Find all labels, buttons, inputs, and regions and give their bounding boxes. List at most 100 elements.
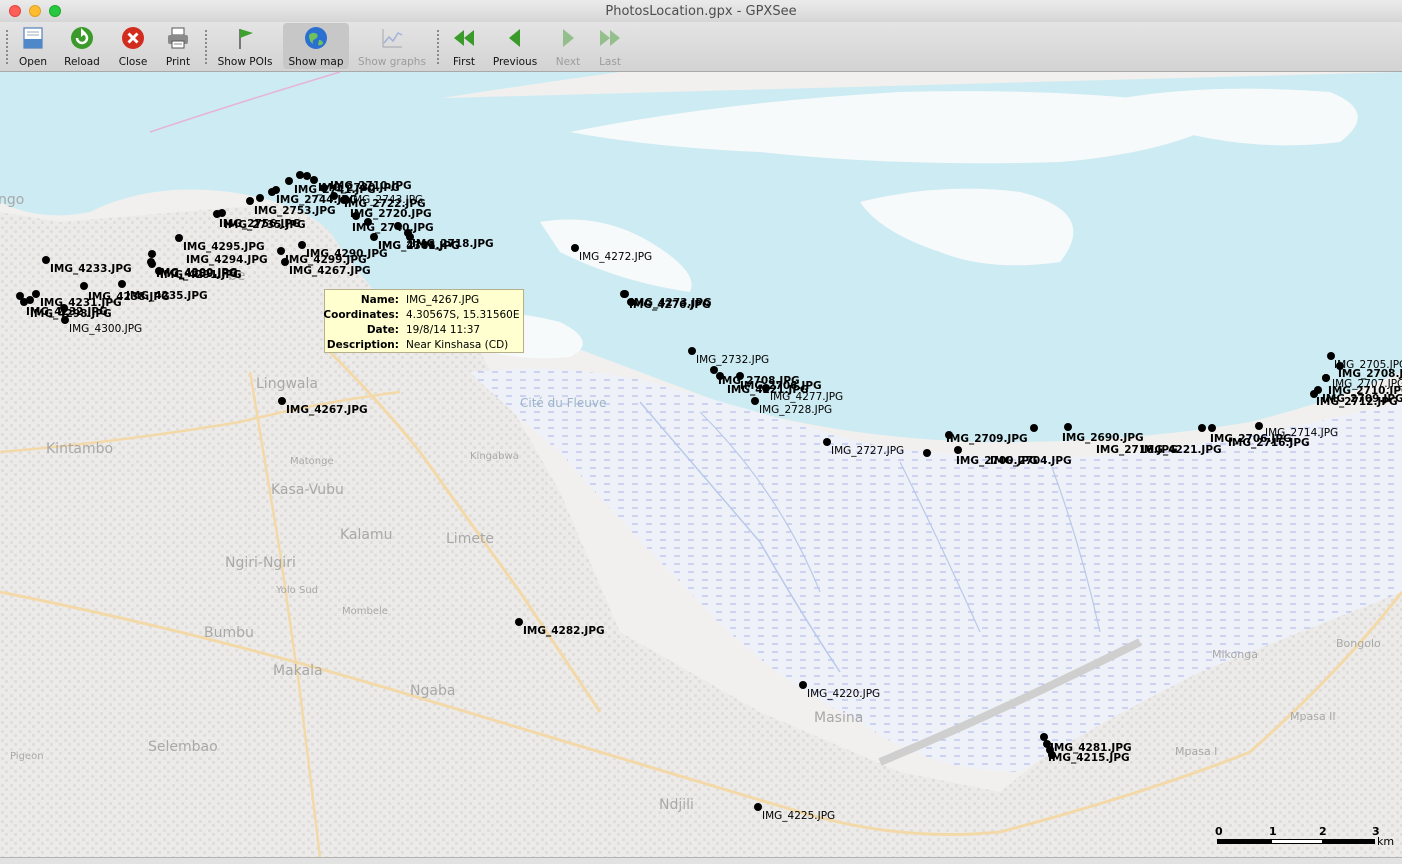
previous-button[interactable]: Previous: [491, 23, 539, 69]
scale-unit: km: [1377, 835, 1395, 848]
place-label: Kintambo: [46, 441, 114, 457]
waypoint-label: IMG_4294.JPG: [186, 254, 268, 266]
waypoint-marker[interactable]: [310, 176, 318, 184]
close-icon: [120, 25, 146, 51]
waypoint-label: IMG_2735.JPG: [224, 219, 306, 231]
waypoint-marker[interactable]: [148, 250, 156, 258]
scale-tick-label: 2: [1319, 825, 1327, 838]
waypoint-label: IMG_4298.JPG: [30, 308, 112, 320]
last-label: Last: [599, 56, 621, 68]
document-icon: [20, 25, 46, 51]
waypoint-marker[interactable]: [751, 397, 759, 405]
first-label: First: [452, 56, 476, 68]
first-button[interactable]: First: [448, 23, 480, 69]
place-label: Ngaba: [410, 683, 456, 699]
waypoint-label: IMG_2727.JPG: [831, 445, 905, 457]
waypoint-label: IMG_2709.JPG: [946, 433, 1028, 445]
print-button[interactable]: Print: [160, 23, 196, 69]
waypoint-marker[interactable]: [246, 197, 254, 205]
next-button[interactable]: Next: [553, 23, 583, 69]
waypoint-label: IMG_4221.JPG: [1140, 444, 1222, 456]
tooltip-value: IMG_4267.JPG: [406, 294, 480, 306]
show-pois-label: Show POIs: [217, 56, 273, 68]
arrow-left-icon: [502, 25, 528, 51]
reload-button[interactable]: Reload: [62, 23, 102, 69]
open-label: Open: [18, 56, 48, 68]
place-label: Ndjili: [659, 797, 694, 813]
place-label: Mombele: [342, 606, 388, 617]
graph-icon: [379, 25, 405, 51]
waypoint-marker[interactable]: [26, 296, 34, 304]
window-title: PhotosLocation.gpx - GPXSee: [605, 4, 797, 19]
reload-label: Reload: [64, 56, 100, 68]
waypoint-label: IMG_4225.JPG: [762, 810, 836, 822]
waypoint-label: IMG_4291.JPG: [160, 269, 242, 281]
waypoint-marker[interactable]: [620, 290, 628, 298]
tooltip-value: 4.30567S, 15.31560E: [406, 309, 520, 321]
toolbar-separator: [6, 30, 11, 64]
waypoint-marker[interactable]: [175, 234, 183, 242]
show-graphs-button[interactable]: Show graphs: [356, 23, 428, 69]
waypoint-label: IMG_2718.JPG: [412, 238, 494, 250]
tooltip-row-date: Date: 19/8/14 11:37: [325, 324, 523, 339]
waypoint-label: IMG_2753.JPG: [254, 205, 336, 217]
waypoint-marker[interactable]: [218, 209, 226, 217]
waypoint-marker[interactable]: [1255, 422, 1263, 430]
waypoint-marker[interactable]: [272, 186, 280, 194]
map-view[interactable]: ngo Lingwala Kintambo Kasa-Vubu Matonge …: [0, 72, 1402, 857]
toolbar-separator: [205, 30, 210, 64]
waypoint-label: IMG_2709.JPG: [1322, 393, 1402, 405]
place-label: Makala: [273, 663, 323, 679]
waypoint-marker[interactable]: [80, 282, 88, 290]
waypoint-marker[interactable]: [923, 449, 931, 457]
waypoint-marker[interactable]: [823, 438, 831, 446]
place-label: Selembao: [148, 739, 218, 755]
waypoint-marker[interactable]: [1198, 424, 1206, 432]
show-map-button[interactable]: Show map: [283, 23, 349, 69]
waypoint-marker[interactable]: [370, 233, 378, 241]
waypoint-marker[interactable]: [1064, 423, 1072, 431]
waypoint-marker[interactable]: [1310, 390, 1318, 398]
waypoint-tooltip: Name: IMG_4267.JPG Coordinates: 4.30567S…: [323, 289, 524, 353]
waypoint-marker[interactable]: [515, 618, 523, 626]
scale-segment: [1271, 839, 1323, 844]
waypoint-marker[interactable]: [1030, 424, 1038, 432]
waypoint-marker[interactable]: [1208, 424, 1216, 432]
waypoint-label: IMG_2690.JPG: [1062, 432, 1144, 444]
waypoint-marker[interactable]: [799, 681, 807, 689]
waypoint-marker[interactable]: [277, 247, 285, 255]
tooltip-key: Coordinates:: [323, 309, 399, 321]
place-label: Masina: [814, 710, 864, 726]
waypoint-marker[interactable]: [1322, 374, 1330, 382]
waypoint-marker[interactable]: [571, 244, 579, 252]
waypoint-marker[interactable]: [688, 347, 696, 355]
tooltip-key: Date:: [366, 324, 399, 336]
show-pois-button[interactable]: Show POIs: [214, 23, 276, 69]
waypoint-marker[interactable]: [298, 241, 306, 249]
waypoint-label: IMG_4221.JPG: [727, 384, 809, 396]
waypoint-marker[interactable]: [147, 258, 155, 266]
open-button[interactable]: Open: [14, 23, 52, 69]
waypoint-marker[interactable]: [754, 803, 762, 811]
last-button[interactable]: Last: [595, 23, 625, 69]
place-label: Limete: [446, 531, 495, 547]
tooltip-row-coordinates: Coordinates: 4.30567S, 15.31560E: [323, 309, 523, 324]
tooltip-value: Near Kinshasa (CD): [406, 339, 509, 351]
waypoint-marker[interactable]: [285, 177, 293, 185]
arrow-right-icon: [555, 25, 581, 51]
waypoint-marker[interactable]: [42, 256, 50, 264]
waypoint-marker[interactable]: [256, 194, 264, 202]
tooltip-row-name: Name: IMG_4267.JPG: [325, 294, 523, 309]
next-label: Next: [555, 56, 581, 68]
place-label: Mpasa I: [1175, 745, 1218, 758]
double-arrow-left-icon: [451, 25, 477, 51]
place-label: Bumbu: [204, 625, 254, 641]
close-button[interactable]: Close: [114, 23, 152, 69]
waypoint-marker[interactable]: [954, 446, 962, 454]
waypoint-marker[interactable]: [278, 397, 286, 405]
scale-tick-label: 0: [1215, 825, 1223, 838]
place-label: Yolo Sud: [276, 585, 319, 596]
reload-icon: [69, 25, 95, 51]
close-label: Close: [118, 56, 148, 68]
waypoint-marker[interactable]: [118, 280, 126, 288]
